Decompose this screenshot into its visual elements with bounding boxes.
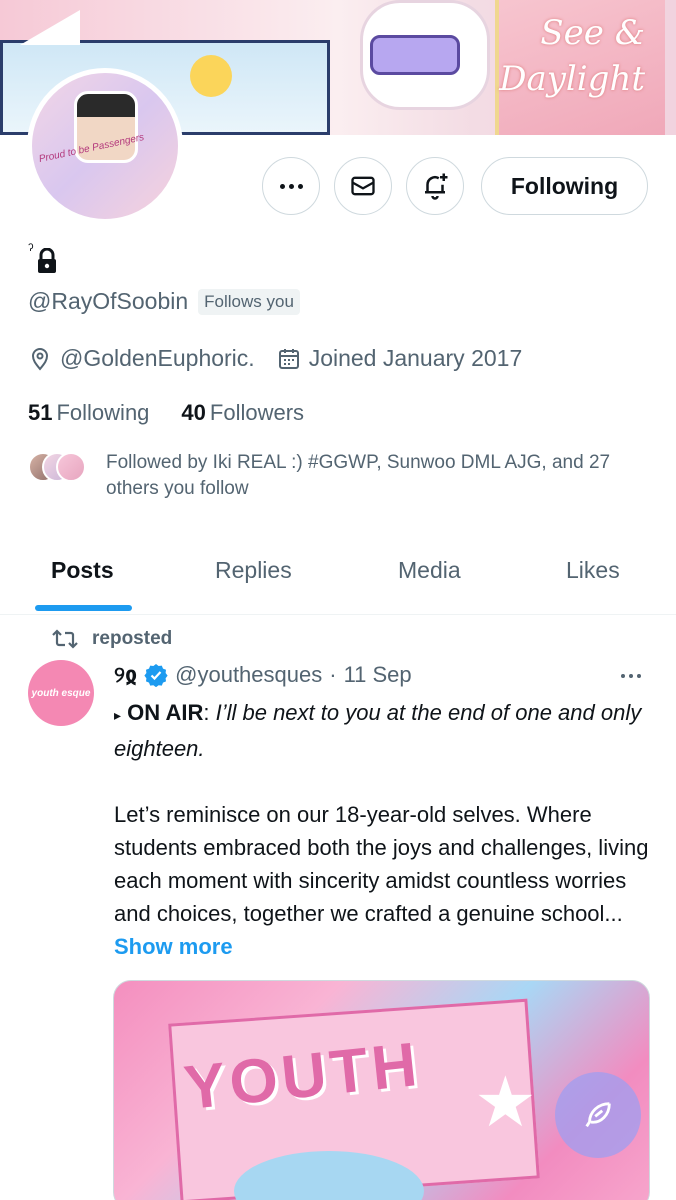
profile-avatar[interactable]: Proud to be Passengers <box>27 68 183 224</box>
tab-media[interactable]: Media <box>398 557 461 584</box>
followers-count: 40 <box>181 400 206 425</box>
follow-stats: 51 Following 40 Followers <box>28 400 304 426</box>
post-colon: : <box>203 700 210 725</box>
display-name-row: ˀ <box>28 242 58 278</box>
location-item: @GoldenEuphoric. <box>28 345 255 372</box>
active-tab-indicator <box>35 605 132 611</box>
post-header: ୨ჲ @youthesques · 11 Sep <box>114 662 412 688</box>
post-more-button[interactable] <box>621 674 641 678</box>
post-avatar-text: youth esque <box>31 687 91 699</box>
repost-label: reposted <box>92 628 173 649</box>
follows-you-badge: Follows you <box>198 288 300 315</box>
tab-replies[interactable]: Replies <box>215 557 292 584</box>
post-author-handle[interactable]: @youthesques <box>175 662 322 688</box>
message-button[interactable] <box>334 157 392 215</box>
post-date[interactable]: 11 Sep <box>344 662 412 688</box>
sun-illustration <box>190 55 232 97</box>
feather-icon <box>585 1102 611 1128</box>
post-body-text: Let’s reminisce on our 18-year-old selve… <box>114 802 649 926</box>
post-arrow: ▸ <box>114 707 122 723</box>
toy-gun-illustration <box>370 35 460 75</box>
post-author-avatar[interactable]: youth esque <box>28 660 94 726</box>
tab-likes[interactable]: Likes <box>566 557 620 584</box>
following-count: 51 <box>28 400 53 425</box>
calendar-icon <box>278 348 299 369</box>
profile-handle: @RayOfSoobin <box>28 288 189 314</box>
banner-poster: See & Daylight <box>495 0 665 135</box>
compose-post-button[interactable] <box>555 1072 641 1158</box>
mutual-avatar <box>56 452 86 482</box>
followed-by-text: Followed by Iki REAL :) #GGWP, Sunwoo DM… <box>106 452 611 499</box>
location-text[interactable]: @GoldenEuphoric. <box>60 345 255 372</box>
repost-indicator: reposted <box>52 628 172 650</box>
paper-plane-illustration <box>20 10 80 45</box>
show-more-link[interactable]: Show more <box>114 934 233 959</box>
post-author-name[interactable]: ୨ჲ <box>114 662 137 688</box>
followed-by-row[interactable]: Followed by Iki REAL :) #GGWP, Sunwoo DM… <box>28 450 646 502</box>
location-pin-icon <box>31 347 49 371</box>
mutual-avatars <box>28 452 94 486</box>
post-on-air-label: ON AIR <box>127 700 204 725</box>
tab-posts[interactable]: Posts <box>51 557 114 584</box>
post-second-paragraph: Let’s reminisce on our 18-year-old selve… <box>114 798 659 963</box>
post-first-paragraph: ▸ ON AIR: I’ll be next to you at the end… <box>114 696 659 765</box>
notifications-button[interactable] <box>406 157 464 215</box>
following-button[interactable]: Following <box>481 157 648 215</box>
lock-icon <box>37 248 56 273</box>
followers-label: Followers <box>209 400 305 425</box>
profile-info-row: @GoldenEuphoric. Joined January 2017 <box>28 345 544 372</box>
bell-plus-icon <box>425 173 448 200</box>
display-name-mark: ˀ <box>28 242 34 259</box>
more-options-button[interactable] <box>262 157 320 215</box>
star-icon: ★ <box>474 1063 537 1141</box>
profile-tabs: Posts Replies Media Likes <box>0 540 676 615</box>
post-text: ▸ ON AIR: I’ll be next to you at the end… <box>114 696 659 963</box>
verified-badge-icon <box>144 664 168 687</box>
more-horizontal-icon <box>279 183 303 189</box>
following-label: Following <box>56 400 150 425</box>
following-stat[interactable]: 51 Following <box>28 400 149 426</box>
more-horizontal-icon <box>621 674 641 678</box>
envelope-icon <box>351 176 375 196</box>
followers-stat[interactable]: 40 Followers <box>181 400 304 426</box>
joined-item: Joined January 2017 <box>277 345 523 372</box>
handle-row: @RayOfSoobin Follows you <box>28 288 300 315</box>
banner-poster-text: See & Daylight <box>499 13 645 99</box>
post-separator: · <box>329 662 337 687</box>
joined-text: Joined January 2017 <box>308 345 523 371</box>
repost-icon <box>52 629 78 649</box>
